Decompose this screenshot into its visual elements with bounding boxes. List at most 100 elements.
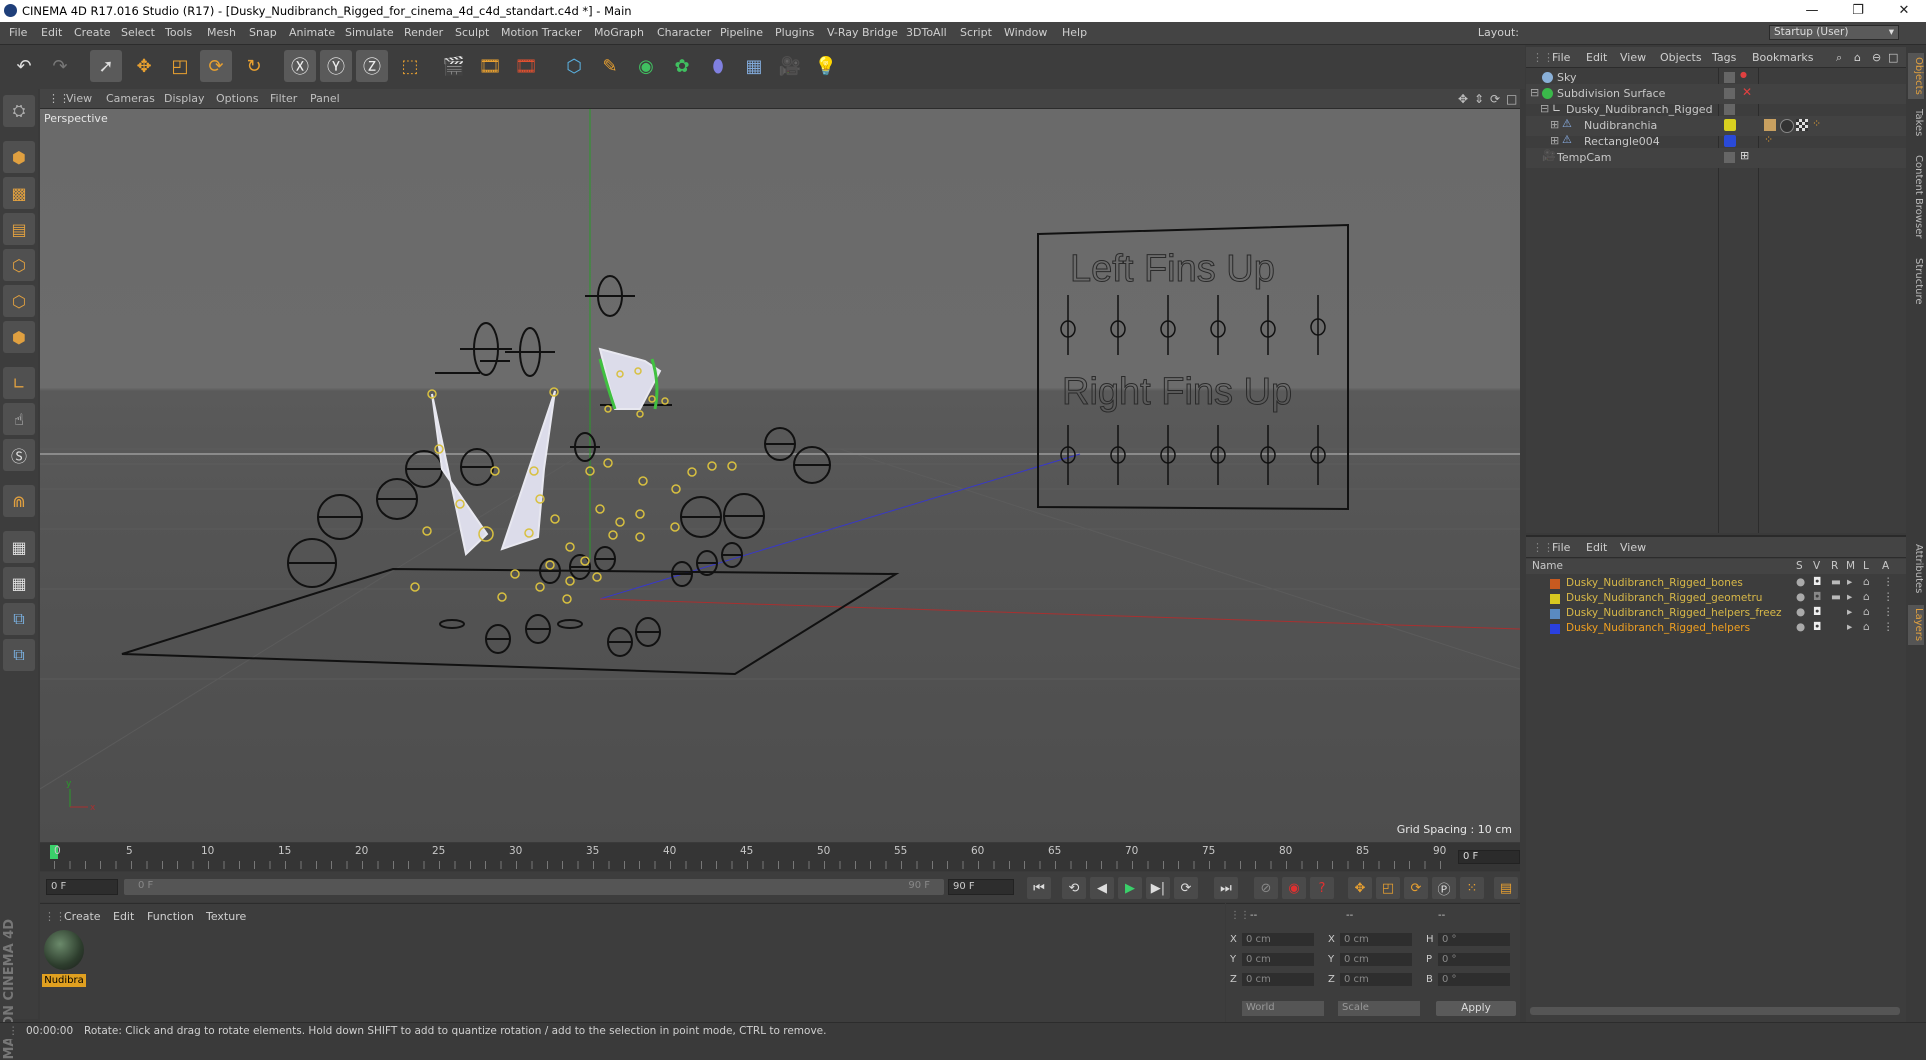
close-button[interactable]: ✕ (1882, 0, 1926, 22)
layer-solo-icon[interactable]: ● (1796, 621, 1805, 633)
layer-color-swatch[interactable] (1550, 594, 1560, 604)
key-pla-icon[interactable]: ⁙ (1460, 877, 1484, 899)
locked-workplane-icon[interactable]: ▦ (3, 567, 35, 599)
menu-character[interactable]: Character (657, 26, 711, 39)
key-scale-icon[interactable]: ◰ (1376, 877, 1400, 899)
menu-simulate[interactable]: Simulate (345, 26, 394, 39)
z-axis-icon[interactable]: Ⓩ (356, 50, 388, 82)
disabled-x-icon[interactable]: ✕ (1742, 85, 1752, 99)
layer-row[interactable]: Dusky_Nudibranch_Rigged_bones ● ◘ ▬ ▸ ⌂ … (1526, 576, 1906, 591)
object-menu-view[interactable]: View (1620, 51, 1646, 64)
layer-color-swatch[interactable] (1550, 579, 1560, 589)
maximize-button[interactable]: ❐ (1836, 0, 1880, 22)
layer-lock-icon[interactable]: ⌂ (1863, 576, 1870, 588)
prev-key-icon[interactable]: ⟲ (1062, 877, 1086, 899)
menu-vray-bridge[interactable]: V-Ray Bridge (827, 26, 898, 39)
object-menu-objects[interactable]: Objects (1660, 51, 1702, 64)
tweak-mode-icon[interactable]: ☝ (3, 403, 35, 435)
zoom-view-icon[interactable]: ⇕ (1474, 92, 1484, 106)
tree-toggle-icon[interactable]: ⊟ (1540, 102, 1549, 115)
layer-manager-icon[interactable]: ▸ (1847, 606, 1852, 618)
subdivision-icon[interactable]: ◉ (630, 50, 662, 82)
object-menu-bookmarks[interactable]: Bookmarks (1752, 51, 1813, 64)
edit-visibility-icon[interactable] (1724, 72, 1735, 83)
tree-toggle-icon[interactable]: ⊞ (1550, 118, 1559, 131)
layout-select[interactable]: Startup (User) ▾ (1769, 25, 1899, 40)
rotation-b-field[interactable]: 0 ° (1438, 973, 1510, 986)
layer-animation-icon[interactable]: ⋮ (1883, 576, 1894, 588)
size-x-field[interactable]: 0 cm (1340, 933, 1412, 946)
layer-animation-icon[interactable]: ⋮ (1883, 606, 1894, 618)
x-axis-icon[interactable]: Ⓧ (284, 50, 316, 82)
uvw-tag-icon[interactable] (1796, 119, 1808, 131)
layer-solo-icon[interactable]: ● (1796, 576, 1805, 588)
object-row-tempcam[interactable]: 🎥 TempCam ⊞ (1526, 148, 1906, 168)
timeline-ruler[interactable]: 0 5 10 15 20 25 30 35 40 45 50 55 60 65 … (40, 843, 1520, 871)
menu-help[interactable]: Help (1062, 26, 1087, 39)
texture-tag-icon[interactable] (1780, 119, 1794, 133)
menu-sculpt[interactable]: Sculpt (455, 26, 489, 39)
material-name[interactable]: Nudibra (42, 974, 86, 987)
y-axis-icon[interactable]: Ⓨ (320, 50, 352, 82)
layer-scrollbar[interactable] (1530, 1007, 1900, 1015)
position-x-field[interactable]: 0 cm (1242, 933, 1314, 946)
edit-visibility-icon[interactable] (1724, 104, 1735, 115)
layer-menu-view[interactable]: View (1620, 541, 1646, 554)
render-picture-queue-icon[interactable]: 🎞 (474, 50, 506, 82)
search-icon[interactable]: ⌕ (1836, 51, 1842, 65)
layer-render-icon[interactable]: ▬ (1831, 576, 1841, 588)
axis-mode-icon[interactable]: ∟ (3, 367, 35, 399)
position-z-field[interactable]: 0 cm (1242, 973, 1314, 986)
layer-menu-file[interactable]: File (1552, 541, 1570, 554)
tree-toggle-icon[interactable]: ⊟ (1530, 86, 1539, 99)
layer-view-icon[interactable]: ◘ (1813, 576, 1821, 588)
layer-lock-icon[interactable]: ⌂ (1863, 621, 1870, 633)
material-menu-function[interactable]: Function (147, 910, 194, 923)
position-y-field[interactable]: 0 cm (1242, 953, 1314, 966)
tree-toggle-icon[interactable]: ⊞ (1550, 134, 1559, 147)
rotate-view-icon[interactable]: ⟳ (1490, 92, 1500, 106)
undo-icon[interactable]: ↶ (8, 50, 40, 82)
layer-row[interactable]: Dusky_Nudibranch_Rigged_geometru ● ◘ ▬ ▸… (1526, 591, 1906, 606)
timeline-window-icon[interactable]: ▤ (1494, 877, 1518, 899)
layer-animation-icon[interactable]: ⋮ (1883, 591, 1894, 603)
side-tab-takes[interactable]: Takes (1908, 105, 1924, 141)
layer-lock-icon[interactable]: ⌂ (1863, 606, 1870, 618)
menu-motion-tracker[interactable]: Motion Tracker (501, 26, 581, 39)
render-dots-icon[interactable]: ● (1740, 70, 1747, 79)
edges-mode-icon[interactable]: ⬡ (3, 285, 35, 317)
recent-tool-icon[interactable]: ↻ (238, 50, 270, 82)
next-frame-icon[interactable]: ▶| (1146, 877, 1170, 899)
goto-start-icon[interactable]: ⏮ (1027, 877, 1051, 899)
select-arrow-icon[interactable]: ➚ (90, 50, 122, 82)
cube-icon[interactable]: ⬡ (558, 50, 590, 82)
edit-visibility-icon[interactable] (1724, 152, 1735, 163)
size-mode-select[interactable]: Scale (1338, 1001, 1420, 1016)
viewport-perspective[interactable]: Left Fins Up Right Fins Up y x Perspecti… (40, 109, 1520, 842)
layer-animation-icon[interactable]: ⋮ (1883, 621, 1894, 633)
weight-tag-icon[interactable]: ⁘ (1812, 117, 1821, 130)
viewport-menu-panel[interactable]: Panel (310, 92, 340, 105)
viewport-menu-filter[interactable]: Filter (270, 92, 297, 105)
layer-row[interactable]: Dusky_Nudibranch_Rigged_helpers_freez ● … (1526, 606, 1906, 621)
layer-solo-icon[interactable]: ● (1796, 606, 1805, 618)
goto-end-icon[interactable]: ⏭ (1214, 877, 1238, 899)
viewport-menu-display[interactable]: Display (164, 92, 205, 105)
layer-solo-icon[interactable]: ● (1796, 591, 1805, 603)
viewport-menu-view[interactable]: View (66, 92, 92, 105)
model-mode-icon[interactable]: ⬢ (3, 141, 35, 173)
move-icon[interactable]: ✥ (128, 50, 160, 82)
deformer-icon[interactable]: ⬮ (702, 50, 734, 82)
coord-mode-select[interactable]: World (1242, 1001, 1324, 1016)
material-menu-edit[interactable]: Edit (113, 910, 134, 923)
play-icon[interactable]: ▶ (1118, 877, 1142, 899)
camera-icon[interactable]: 🎥 (774, 50, 806, 82)
magnet-icon[interactable]: ⋒ (3, 485, 35, 517)
layer-manager-icon[interactable]: ▸ (1847, 621, 1852, 633)
menu-mesh[interactable]: Mesh (207, 26, 236, 39)
current-frame-field[interactable]: 0 F (1458, 850, 1520, 864)
layer-menu-edit[interactable]: Edit (1586, 541, 1607, 554)
toggle-view-icon[interactable]: □ (1506, 92, 1517, 106)
side-tab-layers[interactable]: Layers (1908, 605, 1924, 645)
layer-view-icon[interactable]: ◘ (1813, 621, 1821, 633)
